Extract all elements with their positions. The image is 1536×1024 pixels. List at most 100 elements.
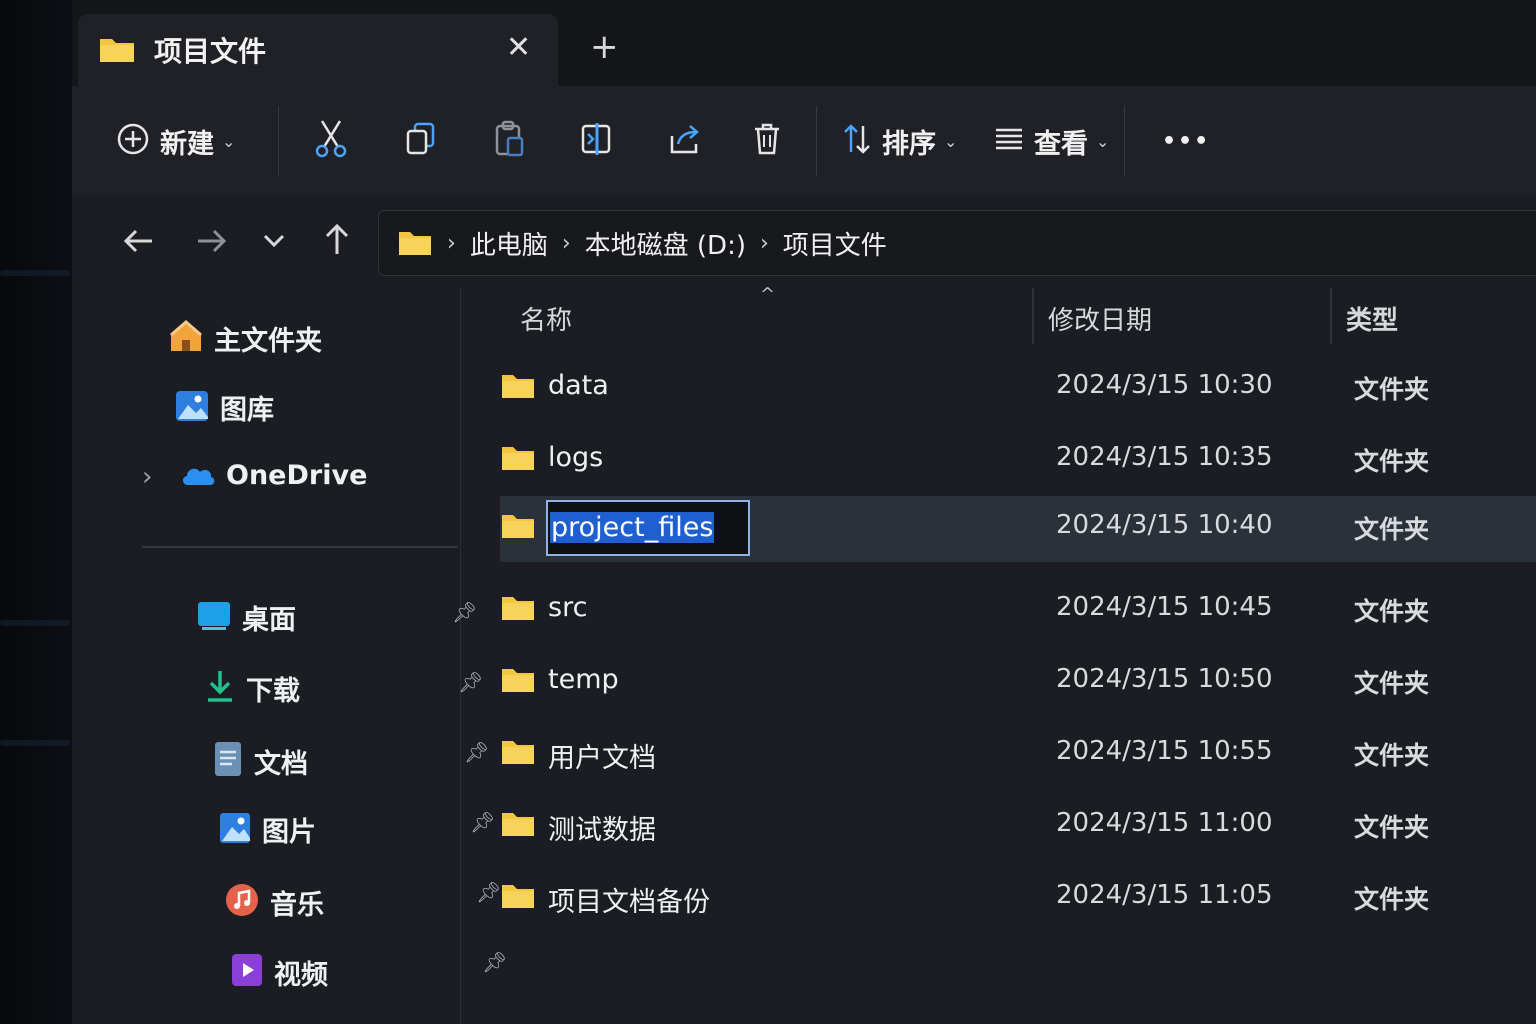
file-row[interactable]: src 2024/3/15 10:45 文件夹 [500, 578, 1536, 644]
file-modified: 2024/3/15 11:00 [1056, 808, 1273, 838]
column-header-modified[interactable]: 修改日期 [1048, 300, 1152, 337]
file-name: 项目文档备份 [548, 887, 710, 918]
video-icon [230, 952, 264, 992]
column-divider[interactable] [1330, 288, 1332, 344]
list-view-icon [994, 126, 1024, 156]
paste-icon [494, 120, 526, 162]
more-options-button[interactable]: ••• [1152, 116, 1210, 166]
tab-active[interactable]: 项目文件 ✕ [78, 14, 558, 86]
file-type: 文件夹 [1354, 447, 1430, 476]
folder-icon [500, 880, 536, 914]
sort-button[interactable]: 排序 ⌄ [842, 116, 957, 166]
bezel-reflection [0, 740, 70, 746]
file-name: 测试数据 [548, 815, 656, 846]
sidebar-item-label: 下载 [246, 675, 300, 707]
sidebar-divider [142, 546, 458, 548]
file-type: 文件夹 [1354, 669, 1430, 698]
sidebar-item-documents[interactable]: 文档 [212, 740, 308, 782]
file-name: logs [548, 442, 604, 473]
sidebar-item-label: OneDrive [226, 460, 368, 491]
arrow-left-icon [123, 229, 152, 253]
rename-input-selected-text: project_files [550, 512, 715, 543]
more-icon: ••• [1162, 128, 1211, 154]
breadcrumb-this-pc[interactable]: 此电脑 [470, 225, 548, 262]
column-header-type[interactable]: 类型 [1346, 300, 1398, 337]
file-type: 文件夹 [1354, 515, 1430, 544]
new-button[interactable]: 新建 ⌄ [116, 116, 235, 166]
paste-button[interactable] [494, 116, 526, 166]
breadcrumb: › 此电脑 › 本地磁盘 (D:) › 项目文件 [397, 225, 887, 262]
sidebar-item-onedrive[interactable]: OneDrive [180, 460, 367, 491]
chevron-down-icon: ⌄ [944, 131, 958, 151]
breadcrumb-local-disk[interactable]: 本地磁盘 (D:) [585, 225, 746, 262]
file-modified: 2024/3/15 11:05 [1056, 880, 1273, 910]
copy-button[interactable] [404, 116, 438, 166]
share-icon [668, 122, 702, 160]
file-row[interactable]: logs 2024/3/15 10:35 文件夹 [500, 428, 1536, 494]
breadcrumb-current-folder[interactable]: 项目文件 [783, 225, 887, 262]
close-tab-icon[interactable]: ✕ [506, 30, 531, 65]
gallery-icon [174, 389, 210, 427]
new-tab-button[interactable]: + [590, 30, 619, 64]
forward-button[interactable] [194, 226, 228, 260]
folder-icon [500, 510, 536, 544]
plus-circle-icon [116, 122, 150, 160]
cloud-icon [180, 461, 216, 491]
file-row[interactable]: 项目文档备份 2024/3/15 11:05 文件夹 [500, 866, 1536, 932]
file-row[interactable]: data 2024/3/15 10:30 文件夹 [500, 356, 1536, 422]
file-type: 文件夹 [1354, 597, 1430, 626]
file-type: 文件夹 [1354, 813, 1430, 842]
file-row[interactable]: temp 2024/3/15 10:50 文件夹 [500, 650, 1536, 716]
rename-icon [580, 121, 614, 161]
recent-locations-button[interactable] [262, 232, 286, 254]
file-modified: 2024/3/15 10:30 [1056, 370, 1273, 400]
folder-icon [500, 592, 536, 626]
column-header-name[interactable]: 名称 [520, 300, 572, 337]
folder-icon [500, 664, 536, 698]
arrow-right-icon [198, 229, 227, 253]
sidebar-item-label: 文档 [254, 748, 308, 780]
chevron-down-icon: ⌄ [222, 131, 236, 151]
sidebar-item-label: 桌面 [242, 605, 296, 636]
toolbar-divider [1124, 106, 1125, 176]
file-modified: 2024/3/15 10:55 [1056, 736, 1273, 766]
desktop-icon [196, 600, 232, 636]
back-button[interactable] [122, 226, 156, 260]
sidebar-item-gallery[interactable]: 图库 [174, 388, 274, 427]
sidebar-item-desktop[interactable]: 桌面 [196, 598, 296, 637]
share-button[interactable] [668, 116, 702, 166]
copy-icon [404, 121, 438, 161]
rename-button[interactable] [580, 116, 614, 166]
tab-title: 项目文件 [154, 35, 267, 68]
file-row[interactable]: 用户文档 2024/3/15 10:55 文件夹 [500, 722, 1536, 788]
expand-onedrive-icon[interactable]: › [142, 462, 152, 492]
delete-button[interactable] [752, 116, 782, 166]
file-row[interactable]: 测试数据 2024/3/15 11:00 文件夹 [500, 794, 1536, 860]
rename-input[interactable]: project_files [546, 500, 750, 556]
folder-icon [500, 736, 536, 770]
sidebar-item-music[interactable]: 音乐 [224, 882, 324, 922]
up-button[interactable] [322, 222, 352, 260]
sidebar-item-label: 图库 [220, 395, 274, 426]
file-row-selected[interactable]: project_files 2024/3/15 10:40 文件夹 [500, 496, 1536, 562]
file-list: ^ 名称 修改日期 类型 data 2024/3/15 10:30 文件夹 lo… [460, 284, 1536, 1024]
address-bar[interactable]: › 此电脑 › 本地磁盘 (D:) › 项目文件 [378, 210, 1536, 276]
column-divider[interactable] [1032, 288, 1034, 344]
sidebar-item-downloads[interactable]: 下载 [204, 668, 300, 708]
file-name: 用户文档 [548, 743, 656, 774]
cut-button[interactable] [314, 116, 348, 166]
view-button[interactable]: 查看 ⌄ [994, 116, 1109, 166]
sidebar-item-pictures[interactable]: 图片 [218, 810, 316, 849]
chevron-right-icon: › [759, 231, 769, 256]
sidebar-item-label: 音乐 [270, 889, 324, 921]
sidebar-item-videos[interactable]: 视频 [230, 952, 328, 992]
file-modified: 2024/3/15 10:50 [1056, 664, 1273, 694]
navigation-bar: › 此电脑 › 本地磁盘 (D:) › 项目文件 [72, 196, 1536, 288]
title-bar: 项目文件 ✕ + [72, 0, 1536, 86]
picture-icon [218, 811, 252, 849]
chevron-down-icon [263, 234, 285, 248]
file-explorer-window: 项目文件 ✕ + 新建 ⌄ 排序 ⌄ 查看 ⌄ ••• › 此电脑 › 本地磁盘… [72, 0, 1536, 1024]
navigation-pane: 主文件夹 图库 › OneDrive 桌面 📌︎ 下载 📌︎ 文档 📌︎ 图片 … [72, 288, 507, 1024]
home-icon [168, 318, 204, 358]
sidebar-item-home[interactable]: 主文件夹 [168, 318, 322, 358]
